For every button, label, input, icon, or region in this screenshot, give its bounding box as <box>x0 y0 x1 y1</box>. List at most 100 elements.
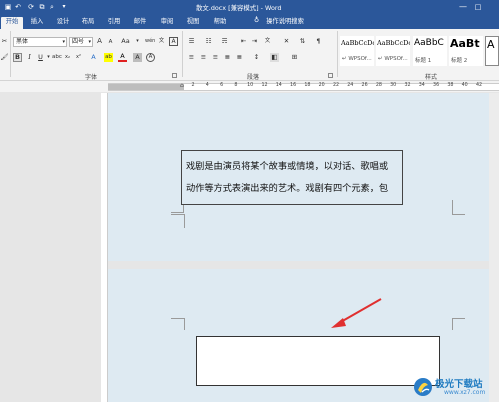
chevron-down-icon[interactable]: ▾ <box>133 37 142 46</box>
ribbon-separator <box>182 31 183 77</box>
show-marks-icon[interactable]: ¶ <box>314 37 323 46</box>
font-size-box[interactable]: 四号 ▾ <box>69 37 93 47</box>
subscript-icon[interactable]: x₂ <box>63 53 72 62</box>
phonetic-guide-button[interactable]: 文 <box>157 37 166 46</box>
undo-icon[interactable]: ↶ <box>14 3 22 11</box>
ruler-number: 42 <box>475 83 483 88</box>
justify-icon[interactable]: ≣ <box>223 53 232 62</box>
save-icon[interactable]: ▣ <box>4 3 12 11</box>
shrink-font-button[interactable]: A <box>106 38 115 47</box>
watermark-logo <box>414 378 432 396</box>
group-label-font: 字体 <box>85 74 98 81</box>
char-shading-button[interactable]: A <box>133 53 142 62</box>
ruler-margin-left <box>108 84 184 90</box>
style-card-no-spacing[interactable]: AaBbCcDc ↵ WPSOf... <box>376 36 410 66</box>
text-effect-button[interactable]: A <box>89 53 98 62</box>
font-color-button[interactable]: A <box>118 53 127 62</box>
align-left-icon[interactable]: ≡ <box>187 53 196 62</box>
ruler-number: 28 <box>375 83 382 88</box>
ruler-number: 10 <box>247 83 254 88</box>
ruler-number: 34 <box>418 83 425 88</box>
strikethrough-icon[interactable]: abc <box>52 53 62 62</box>
clear-format-button[interactable]: wén <box>145 37 155 46</box>
font-name-value: 黑体 <box>16 38 29 45</box>
indent-marker-icon[interactable]: ⌂ <box>180 82 184 89</box>
text-box-1[interactable]: 戏剧是由演员将某个故事或情境，以对话、歌唱或 动作等方式表演出来的艺术。戏剧有四… <box>181 150 403 205</box>
tab-home[interactable]: 开始 <box>1 17 23 29</box>
ribbon-tabs: 开始 插入 设计 布局 引用 邮件 审阅 视图 帮助 ♁ 操作说明搜索 <box>0 14 499 29</box>
redo-icon[interactable]: ⟳ <box>27 3 35 11</box>
ruler-number: 40 <box>461 83 468 88</box>
text-line-2: 动作等方式表演出来的艺术。戏剧有四个元素，包 <box>186 183 389 194</box>
ruler-number: 6 <box>220 83 224 88</box>
bold-button[interactable]: B <box>13 53 22 62</box>
chevron-down-icon[interactable]: ▾ <box>62 38 65 46</box>
print-preview-icon[interactable]: ⌕ <box>48 3 56 11</box>
chevron-down-icon[interactable]: ▾ <box>88 38 91 46</box>
tab-view[interactable]: 视图 <box>183 17 203 29</box>
ruler-number: 36 <box>433 83 440 88</box>
multilevel-list-icon[interactable]: ☴ <box>220 37 229 46</box>
superscript-icon[interactable]: x² <box>74 53 83 62</box>
tab-references[interactable]: 引用 <box>104 17 124 29</box>
enclose-char-button[interactable]: A <box>146 53 155 62</box>
line-spacing-adjust-icon[interactable]: ✕ <box>282 37 291 46</box>
word-window: ▣ ↶ ⟳ ⧉ ⌕ ▾ 散文.docx [兼容模式] - Word — □ 开始… <box>0 0 499 402</box>
ruler-number: 26 <box>361 83 368 88</box>
style-card-heading1[interactable]: AaBbC 标题 1 <box>413 36 447 66</box>
increase-indent-icon[interactable]: ⇥ <box>250 37 259 46</box>
ruler-number: 20 <box>318 83 325 88</box>
minimize-button[interactable]: — <box>456 0 470 14</box>
distributed-icon[interactable]: ≣ <box>235 53 244 62</box>
ruler-number: 38 <box>447 83 454 88</box>
bullets-icon[interactable]: ☰ <box>187 37 196 46</box>
font-dialog-launcher[interactable] <box>172 73 177 78</box>
ruler-number: 24 <box>347 83 354 88</box>
chinese-layout-icon[interactable]: 文 <box>263 37 272 46</box>
text-line-cut: . . . . . . . . . . <box>186 199 318 205</box>
group-label-paragraph: 段落 <box>247 74 260 81</box>
font-name-box[interactable]: 黑体 ▾ <box>13 37 67 47</box>
align-center-icon[interactable]: ≡ <box>199 53 208 62</box>
ruler-number: 16 <box>290 83 297 88</box>
customize-qat-icon[interactable]: ▾ <box>60 3 68 11</box>
maximize-button[interactable]: □ <box>472 0 484 14</box>
grow-font-button[interactable]: A <box>95 37 104 46</box>
margin-corner-mark <box>452 200 465 214</box>
align-right-icon[interactable]: ≡ <box>211 53 220 62</box>
highlight-button[interactable]: ab <box>104 53 113 62</box>
touch-mode-icon[interactable]: ⧉ <box>38 3 46 11</box>
ruler-number: 2 <box>191 83 195 88</box>
tab-design[interactable]: 设计 <box>53 17 73 29</box>
format-painter-icon[interactable]: 🖌 <box>0 53 9 62</box>
decrease-indent-icon[interactable]: ⇤ <box>239 37 248 46</box>
tab-help[interactable]: 帮助 <box>210 17 230 29</box>
tab-layout[interactable]: 布局 <box>78 17 98 29</box>
paragraph-dialog-launcher[interactable] <box>328 73 333 78</box>
style-card-normal[interactable]: AaBbCcDc ↵ WPSOf... <box>340 36 374 66</box>
lightbulb-icon: ♁ <box>254 16 260 24</box>
cut-icon[interactable]: ✂ <box>0 37 9 46</box>
style-name: ↵ WPSOf... <box>378 56 408 62</box>
ruler-number: 12 <box>261 83 268 88</box>
line-spacing-icon[interactable]: ↕ <box>252 53 261 62</box>
margin-corner-mark <box>171 318 184 319</box>
tab-mailings[interactable]: 邮件 <box>130 17 150 29</box>
sort-icon[interactable]: ⇅ <box>298 37 307 46</box>
tell-me-search[interactable]: 操作说明搜索 <box>264 17 306 29</box>
style-card-title[interactable]: A <box>485 36 499 66</box>
shading-icon[interactable]: ◧ <box>270 53 279 62</box>
text-line-1: 戏剧是由演员将某个故事或情境，以对话、歌唱或 <box>186 161 389 172</box>
margin-corner-mark <box>171 214 184 215</box>
char-border-button[interactable]: A <box>169 37 178 46</box>
change-case-button[interactable]: Aa <box>119 37 132 46</box>
borders-icon[interactable]: ⊞ <box>290 53 299 62</box>
ribbon-separator <box>10 31 11 77</box>
vertical-scrollbar[interactable] <box>489 93 499 402</box>
style-card-heading2[interactable]: AaBt 标题 2 <box>449 36 483 66</box>
tab-insert[interactable]: 插入 <box>27 17 47 29</box>
numbering-icon[interactable]: ☷ <box>204 37 213 46</box>
italic-button[interactable]: I <box>25 53 34 62</box>
text-box-2-empty[interactable] <box>196 336 440 386</box>
tab-review[interactable]: 审阅 <box>157 17 177 29</box>
